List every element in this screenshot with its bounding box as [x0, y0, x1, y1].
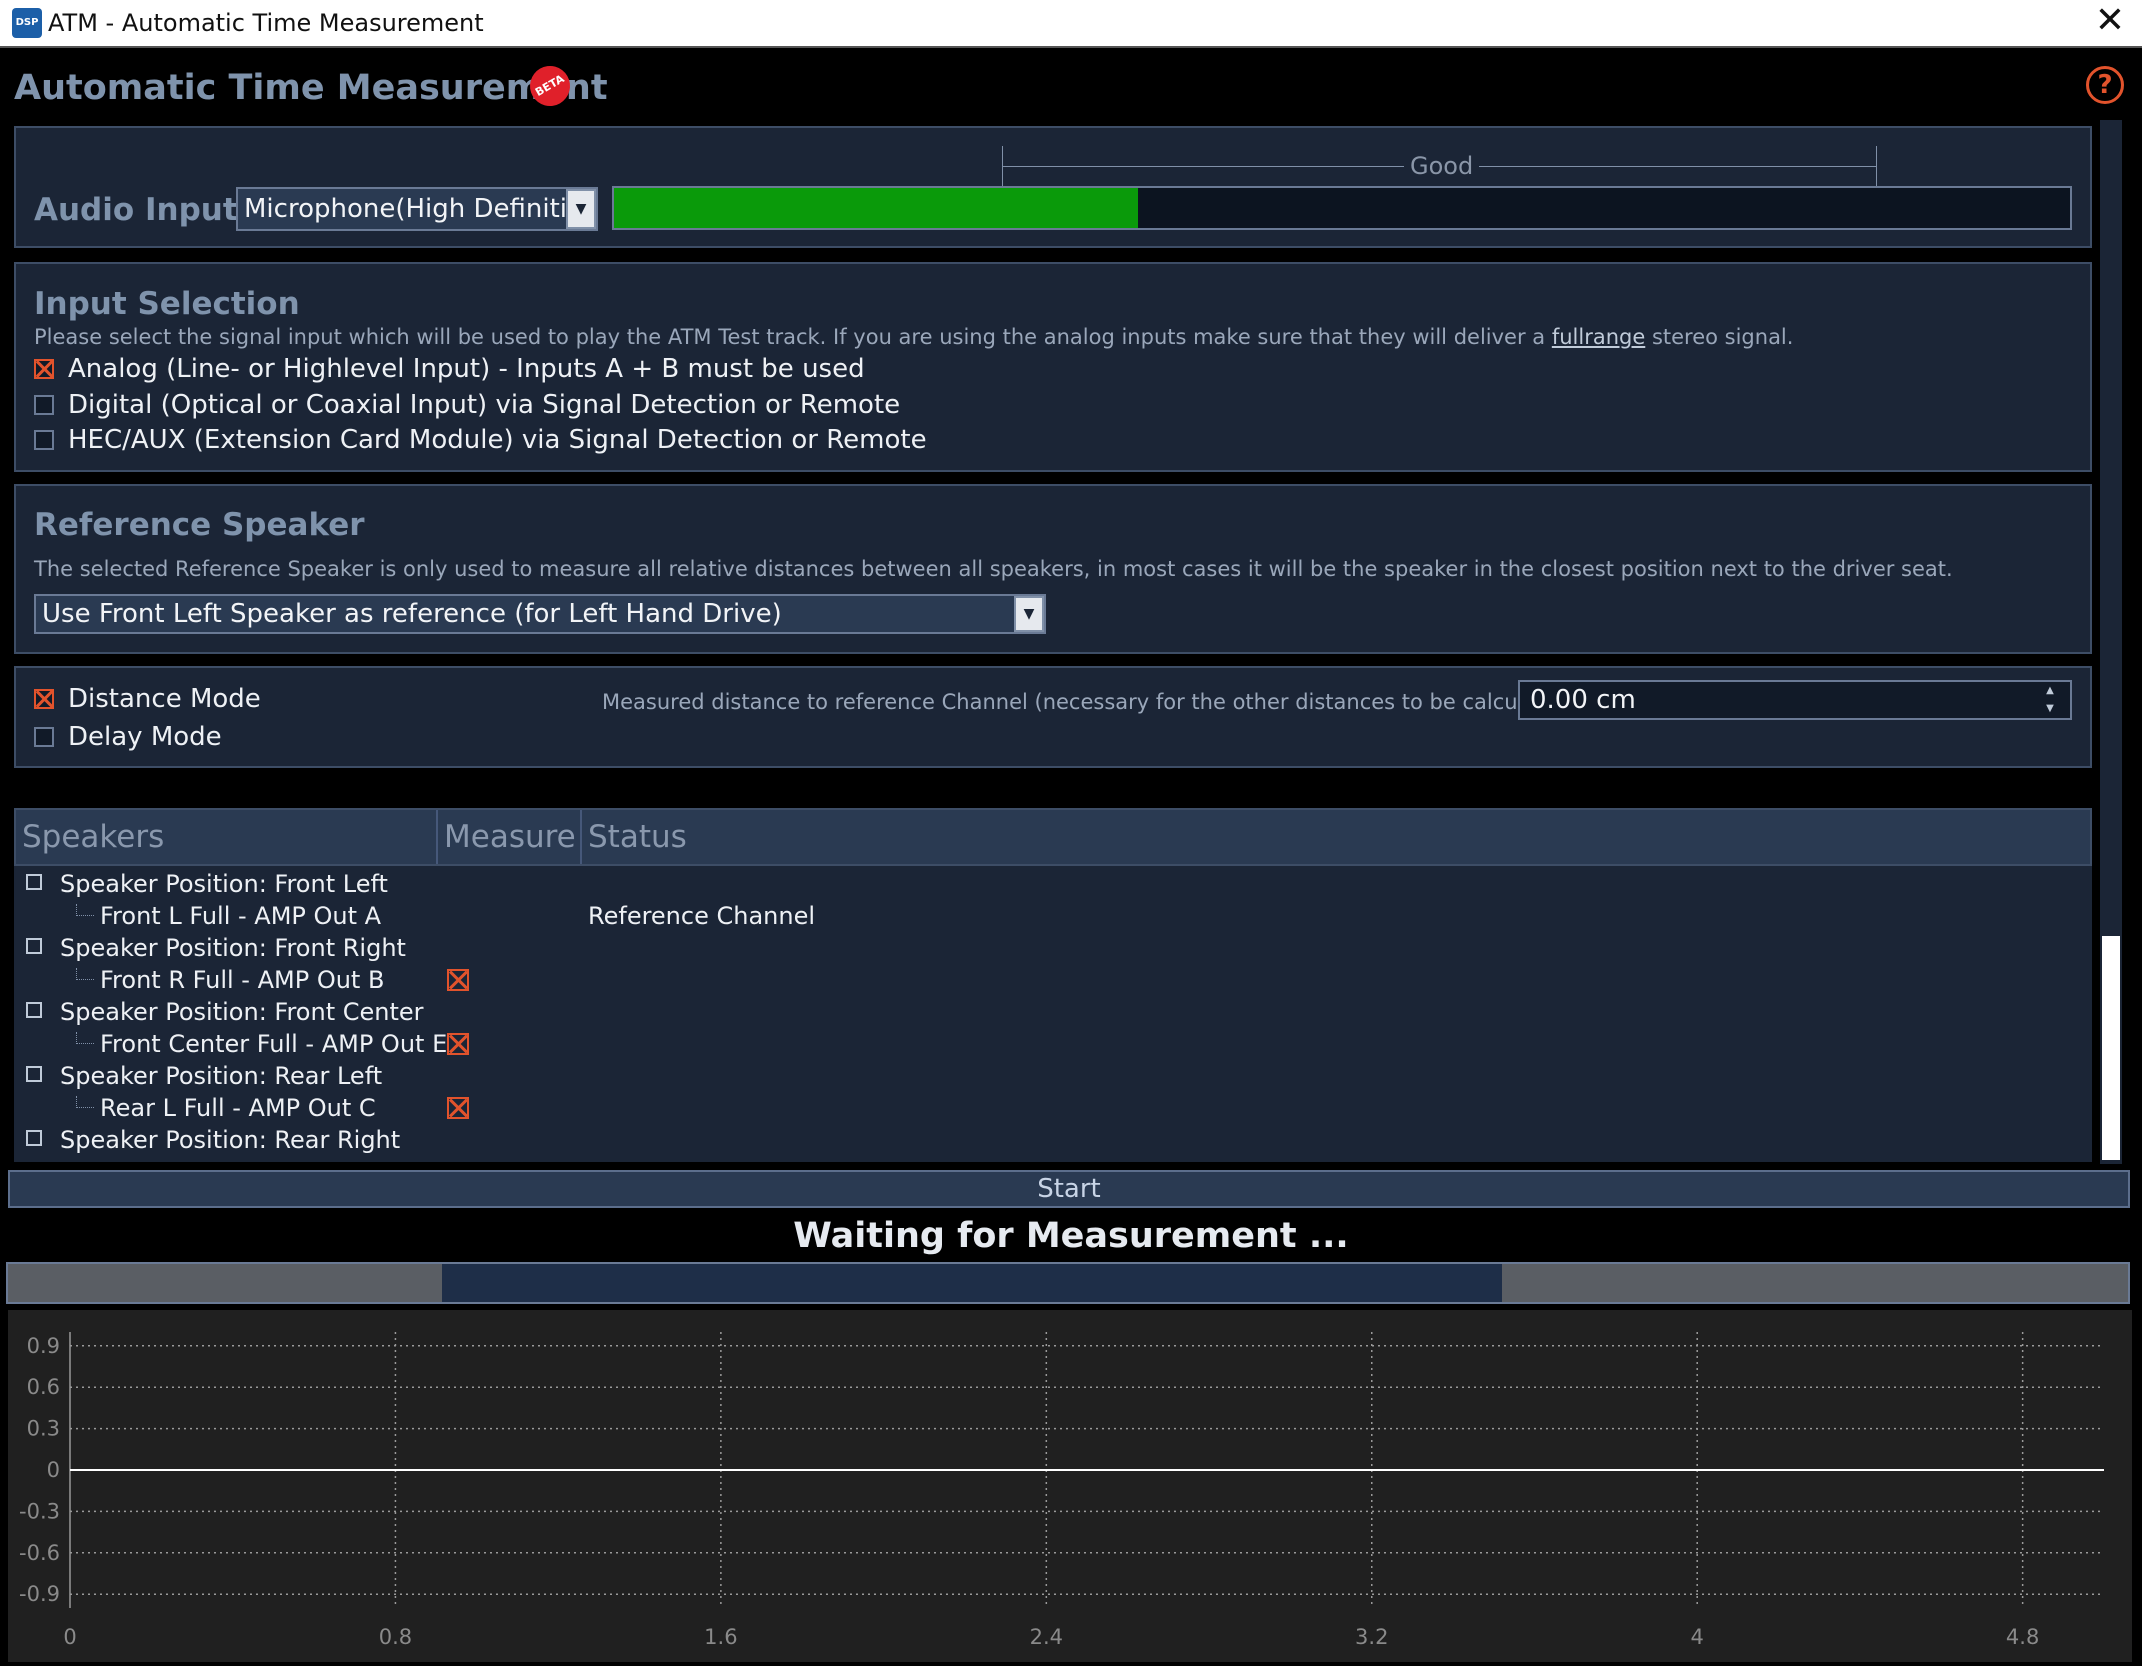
header-status[interactable]: Status	[582, 810, 2082, 864]
measured-distance-input[interactable]: 0.00 cm	[1518, 680, 2072, 720]
measure-checkbox[interactable]	[447, 1097, 469, 1119]
speaker-position-row[interactable]: Speaker Position: Front Left	[60, 868, 388, 900]
x-tick-label: 2.4	[1030, 1625, 1063, 1649]
measurement-status: Waiting for Measurement ...	[793, 1216, 1349, 1256]
y-tick-label: 0.3	[27, 1417, 60, 1441]
analog-input-label: Analog (Line- or Highlevel Input) - Inpu…	[68, 354, 865, 384]
measurement-progress-chunk	[442, 1264, 1502, 1302]
help-icon[interactable]: ?	[2086, 66, 2124, 104]
measure-checkbox[interactable]	[447, 969, 469, 991]
distance-mode-checkbox[interactable]	[34, 689, 54, 709]
digital-input-label: Digital (Optical or Coaxial Input) via S…	[68, 390, 901, 420]
reference-speaker-title: Reference Speaker	[34, 507, 365, 543]
tree-expander-icon[interactable]	[26, 874, 42, 890]
y-tick-label: 0.6	[27, 1375, 60, 1399]
tree-expander-icon[interactable]	[26, 938, 42, 954]
speaker-position-row[interactable]: Speaker Position: Rear Left	[60, 1060, 382, 1092]
tree-connector	[76, 1096, 94, 1108]
x-tick-label: 4.8	[2006, 1625, 2039, 1649]
window-title: ATM - Automatic Time Measurement	[48, 9, 484, 37]
spin-up-icon[interactable]: ▲	[2040, 684, 2060, 698]
tree-expander-icon[interactable]	[26, 1130, 42, 1146]
chevron-down-icon[interactable]: ▼	[566, 189, 596, 229]
x-tick-label: 0	[63, 1625, 76, 1649]
impulse-chart: 0.90.60.30-0.3-0.6-0.90 0.8 1.6 2.4 3.2 4 4.8	[19, 1332, 2104, 1649]
measured-distance-label: Measured distance to reference Channel (…	[602, 690, 1587, 714]
chevron-down-icon[interactable]: ▼	[1014, 596, 1044, 632]
good-range-label: Good	[1404, 150, 1480, 182]
input-selection-title: Input Selection	[34, 286, 300, 322]
y-tick-label: -0.9	[19, 1582, 60, 1606]
x-tick-label: 4	[1691, 1625, 1704, 1649]
delay-mode-checkbox[interactable]	[34, 727, 54, 747]
delay-mode-label: Delay Mode	[68, 722, 222, 752]
x-tick-label: 3.2	[1355, 1625, 1388, 1649]
speaker-position-row[interactable]: Speaker Position: Front Center	[60, 996, 424, 1028]
x-tick-label: 1.6	[704, 1625, 737, 1649]
reference-speaker-select[interactable]: Use Front Left Speaker as reference (for…	[34, 594, 1046, 634]
digital-input-checkbox[interactable]	[34, 395, 54, 415]
description-text: Please select the signal input which wil…	[34, 325, 1552, 349]
analog-input-checkbox[interactable]	[34, 359, 54, 379]
x-tick-label: 0.8	[379, 1625, 412, 1649]
header-measure[interactable]: Measure	[438, 810, 582, 864]
start-button[interactable]: Start	[8, 1170, 2130, 1208]
scrollbar-thumb[interactable]	[2102, 936, 2120, 1160]
speaker-channel-row[interactable]: Front R Full - AMP Out B	[100, 964, 384, 996]
header-speakers[interactable]: Speakers	[16, 810, 438, 864]
fullrange-link[interactable]: fullrange	[1552, 325, 1645, 349]
hec-aux-input-label: HEC/AUX (Extension Card Module) via Sign…	[68, 425, 927, 455]
speaker-channel-row[interactable]: Rear L Full - AMP Out C	[100, 1092, 376, 1124]
tree-expander-icon[interactable]	[26, 1066, 42, 1082]
description-text-end: stereo signal.	[1645, 325, 1794, 349]
dsp-app-icon: DSP	[12, 8, 42, 38]
speaker-position-row[interactable]: Speaker Position: Front Right	[60, 932, 406, 964]
y-tick-label: 0.9	[27, 1334, 60, 1358]
speaker-position-row[interactable]: Speaker Position: Rear Right	[60, 1124, 400, 1156]
speaker-channel-row[interactable]: Front L Full - AMP Out A	[100, 900, 381, 932]
reference-speaker-description: The selected Reference Speaker is only u…	[34, 557, 1953, 581]
close-icon[interactable]: ✕	[2090, 2, 2130, 42]
audio-input-label: Audio Input:	[34, 192, 251, 228]
y-tick-label: -0.6	[19, 1541, 60, 1565]
distance-mode-label: Distance Mode	[68, 684, 261, 714]
y-tick-label: 0	[47, 1458, 60, 1482]
tree-expander-icon[interactable]	[26, 1002, 42, 1018]
good-range-right-tick	[1876, 146, 1877, 186]
input-selection-description: Please select the signal input which wil…	[34, 322, 1793, 352]
status-cell: Reference Channel	[588, 902, 816, 930]
spin-down-icon[interactable]: ▼	[2040, 702, 2060, 716]
hec-aux-input-checkbox[interactable]	[34, 430, 54, 450]
tree-connector	[76, 904, 94, 916]
speaker-channel-row[interactable]: Front Center Full - AMP Out E	[100, 1028, 447, 1060]
app-heading: Automatic Time Measurement	[14, 68, 608, 108]
audio-input-select[interactable]: Microphone(High Definition Audio	[236, 187, 598, 231]
input-level-fill	[614, 188, 1139, 228]
y-tick-label: -0.3	[19, 1499, 60, 1523]
measure-checkbox[interactable]	[447, 1033, 469, 1055]
tree-connector	[76, 968, 94, 980]
tree-connector	[76, 1032, 94, 1044]
